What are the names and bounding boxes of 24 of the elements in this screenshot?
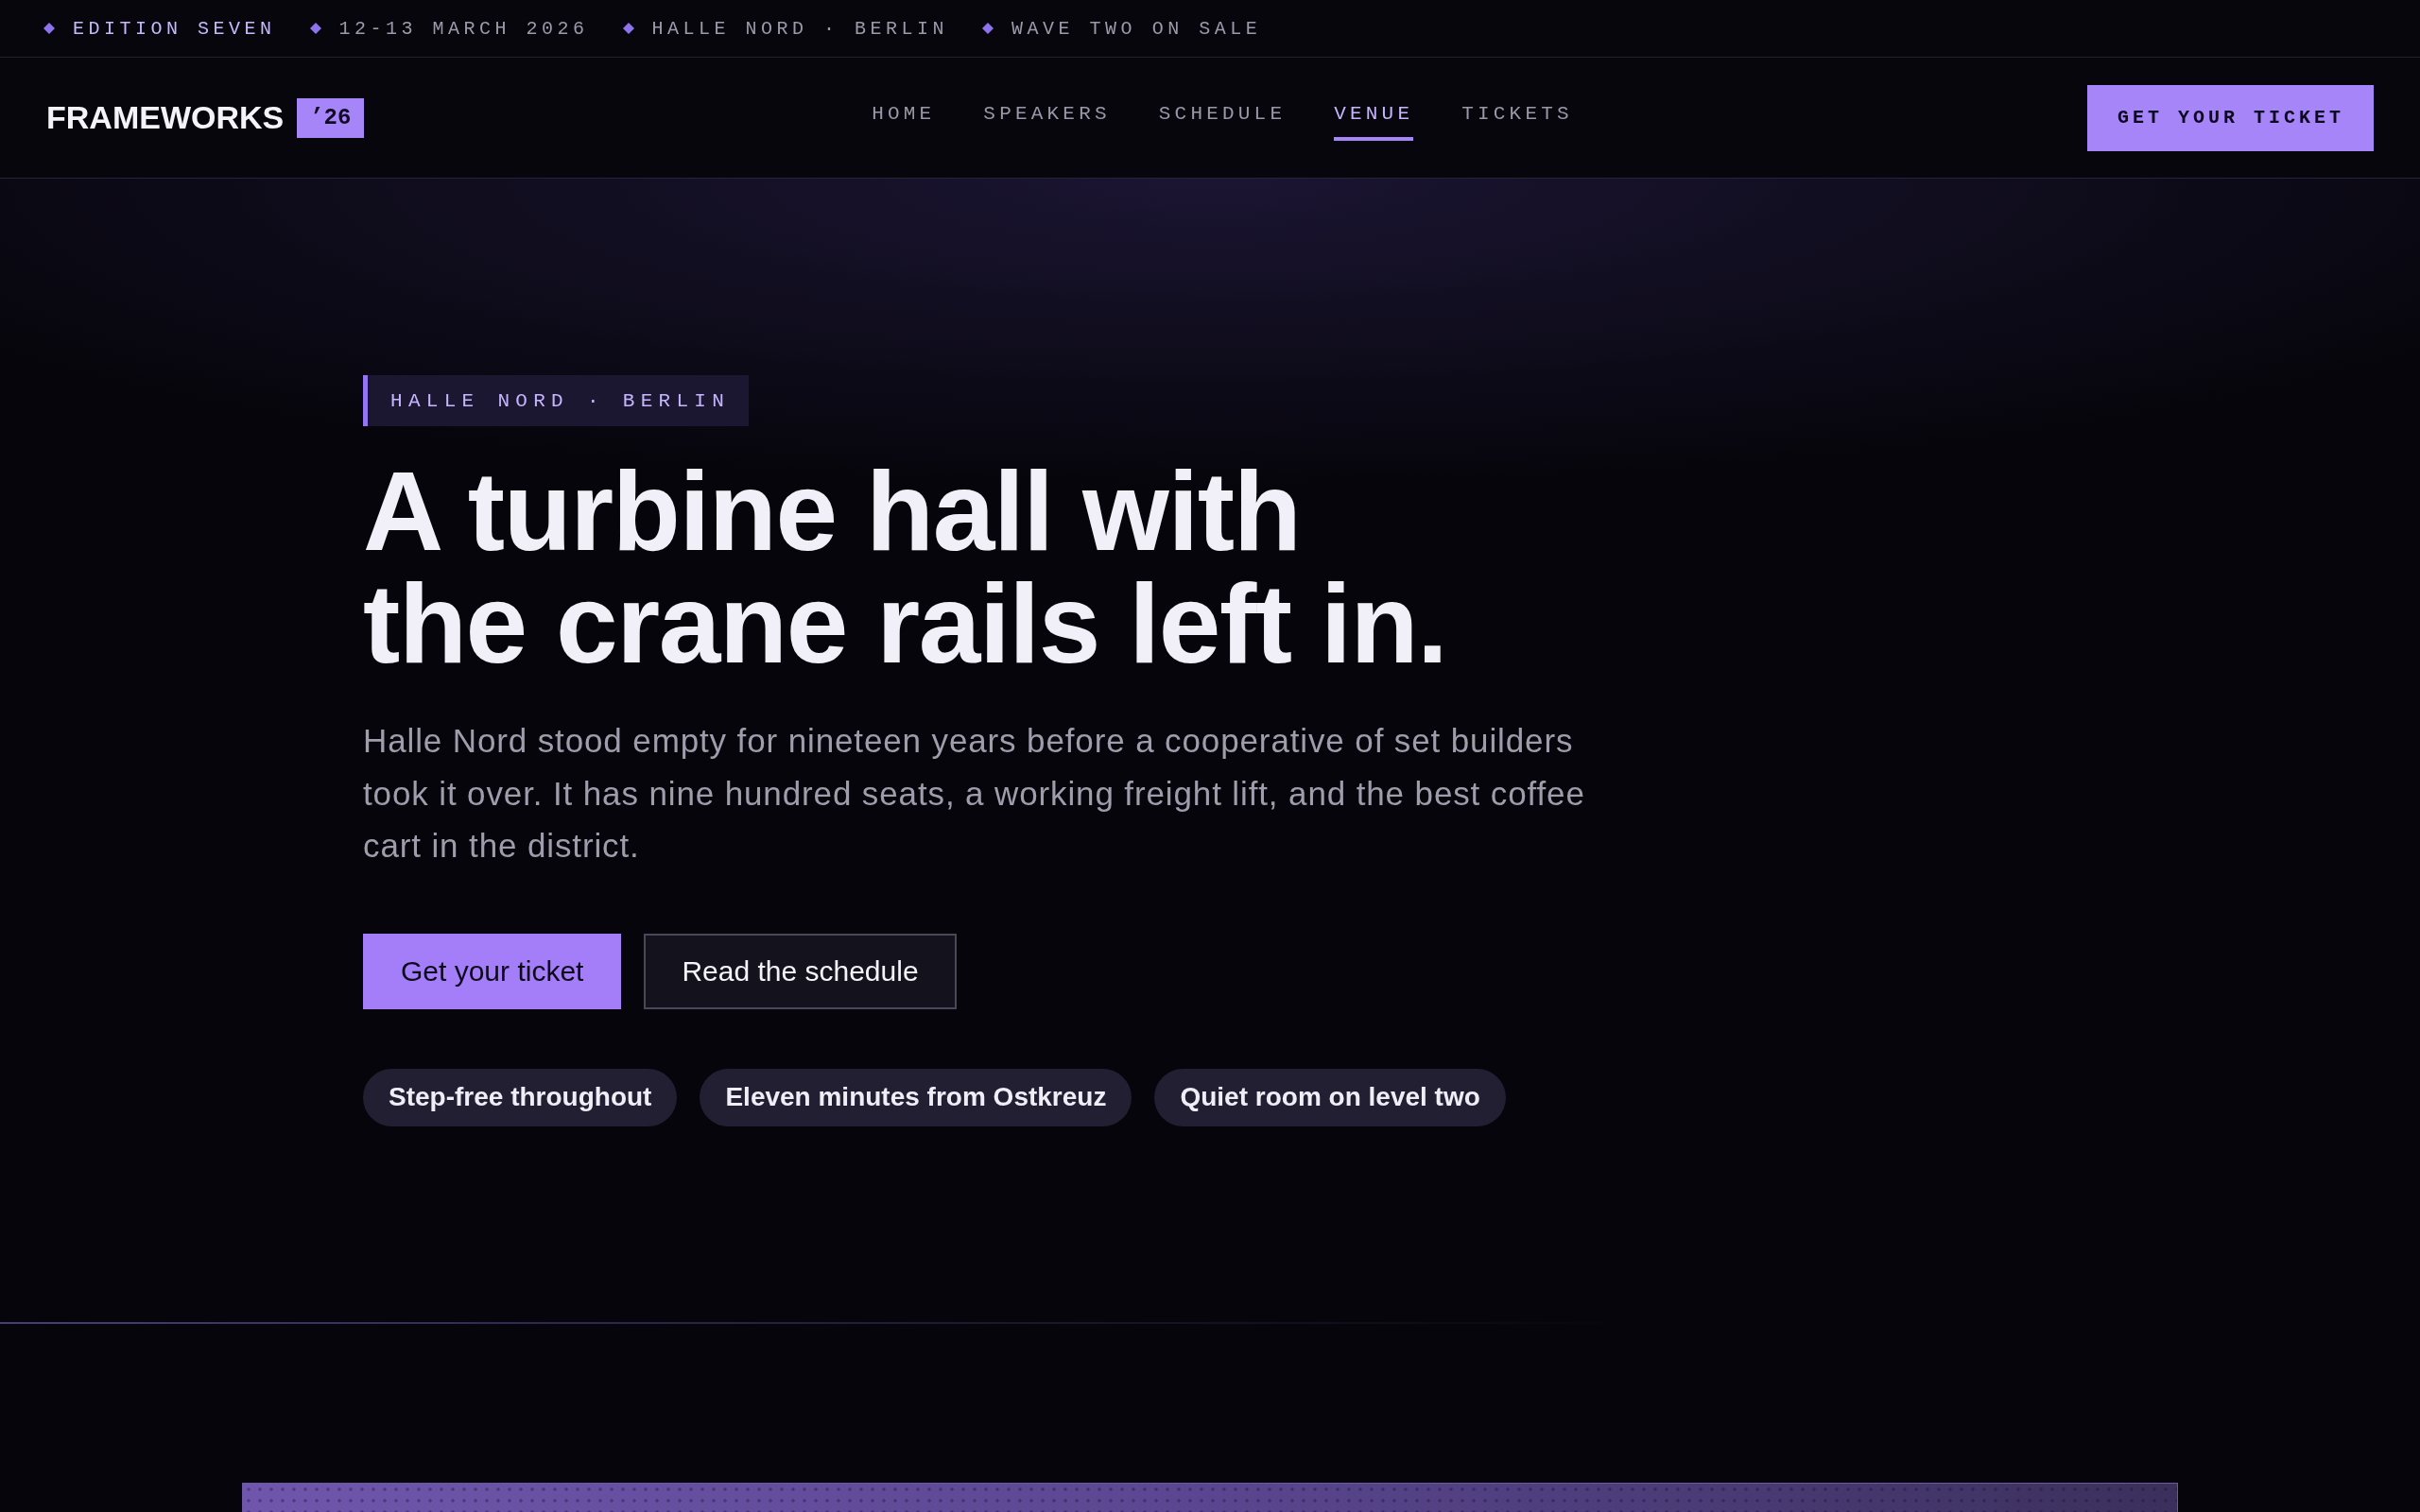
logo-text[interactable]: FRAMEWORKS — [46, 99, 285, 136]
diamond-icon — [43, 23, 55, 34]
nav-link[interactable]: HOME — [872, 91, 936, 141]
nav-link[interactable]: TICKETS — [1461, 91, 1573, 141]
diamond-icon — [982, 23, 994, 34]
hero-heading: A turbine hall with the crane rails left in. — [363, 455, 1448, 680]
nav-link[interactable]: SCHEDULE — [1158, 91, 1287, 141]
outline-button[interactable]: Read the schedule — [644, 933, 957, 1009]
feature-tag: Quiet room on level two — [1154, 1068, 1506, 1126]
year-badge: ’26 — [297, 97, 365, 138]
nav-link[interactable]: SPEAKERS — [983, 91, 1111, 141]
diamond-icon — [622, 23, 634, 34]
nav-link[interactable]: VENUE — [1334, 91, 1414, 141]
hero-description: Halle Nord stood empty for nineteen years before a cooperative of set builders took it over. It has nine hundred seats, a working freight lift, and the best coffee cart in the district. — [363, 721, 1586, 866]
announcement-text: WAVE TWO ON SALE — [1011, 17, 1262, 40]
feature-tag: Eleven minutes from Ostkreuz — [700, 1068, 1132, 1126]
announcement-text: 12-13 MARCH 2026 — [338, 17, 589, 40]
announcement-text: EDITION SEVEN — [73, 17, 276, 40]
diamond-icon — [309, 23, 321, 34]
announcement-text: HALLE NORD · BERLIN — [651, 17, 949, 40]
eyebrow-tag: HALLE NORD · BERLIN — [363, 375, 750, 426]
primary-button[interactable]: Get your ticket — [363, 933, 622, 1009]
ticket-button[interactable]: GET YOUR TICKET — [2086, 84, 2374, 151]
feature-tag: Step-free throughout — [363, 1068, 678, 1126]
